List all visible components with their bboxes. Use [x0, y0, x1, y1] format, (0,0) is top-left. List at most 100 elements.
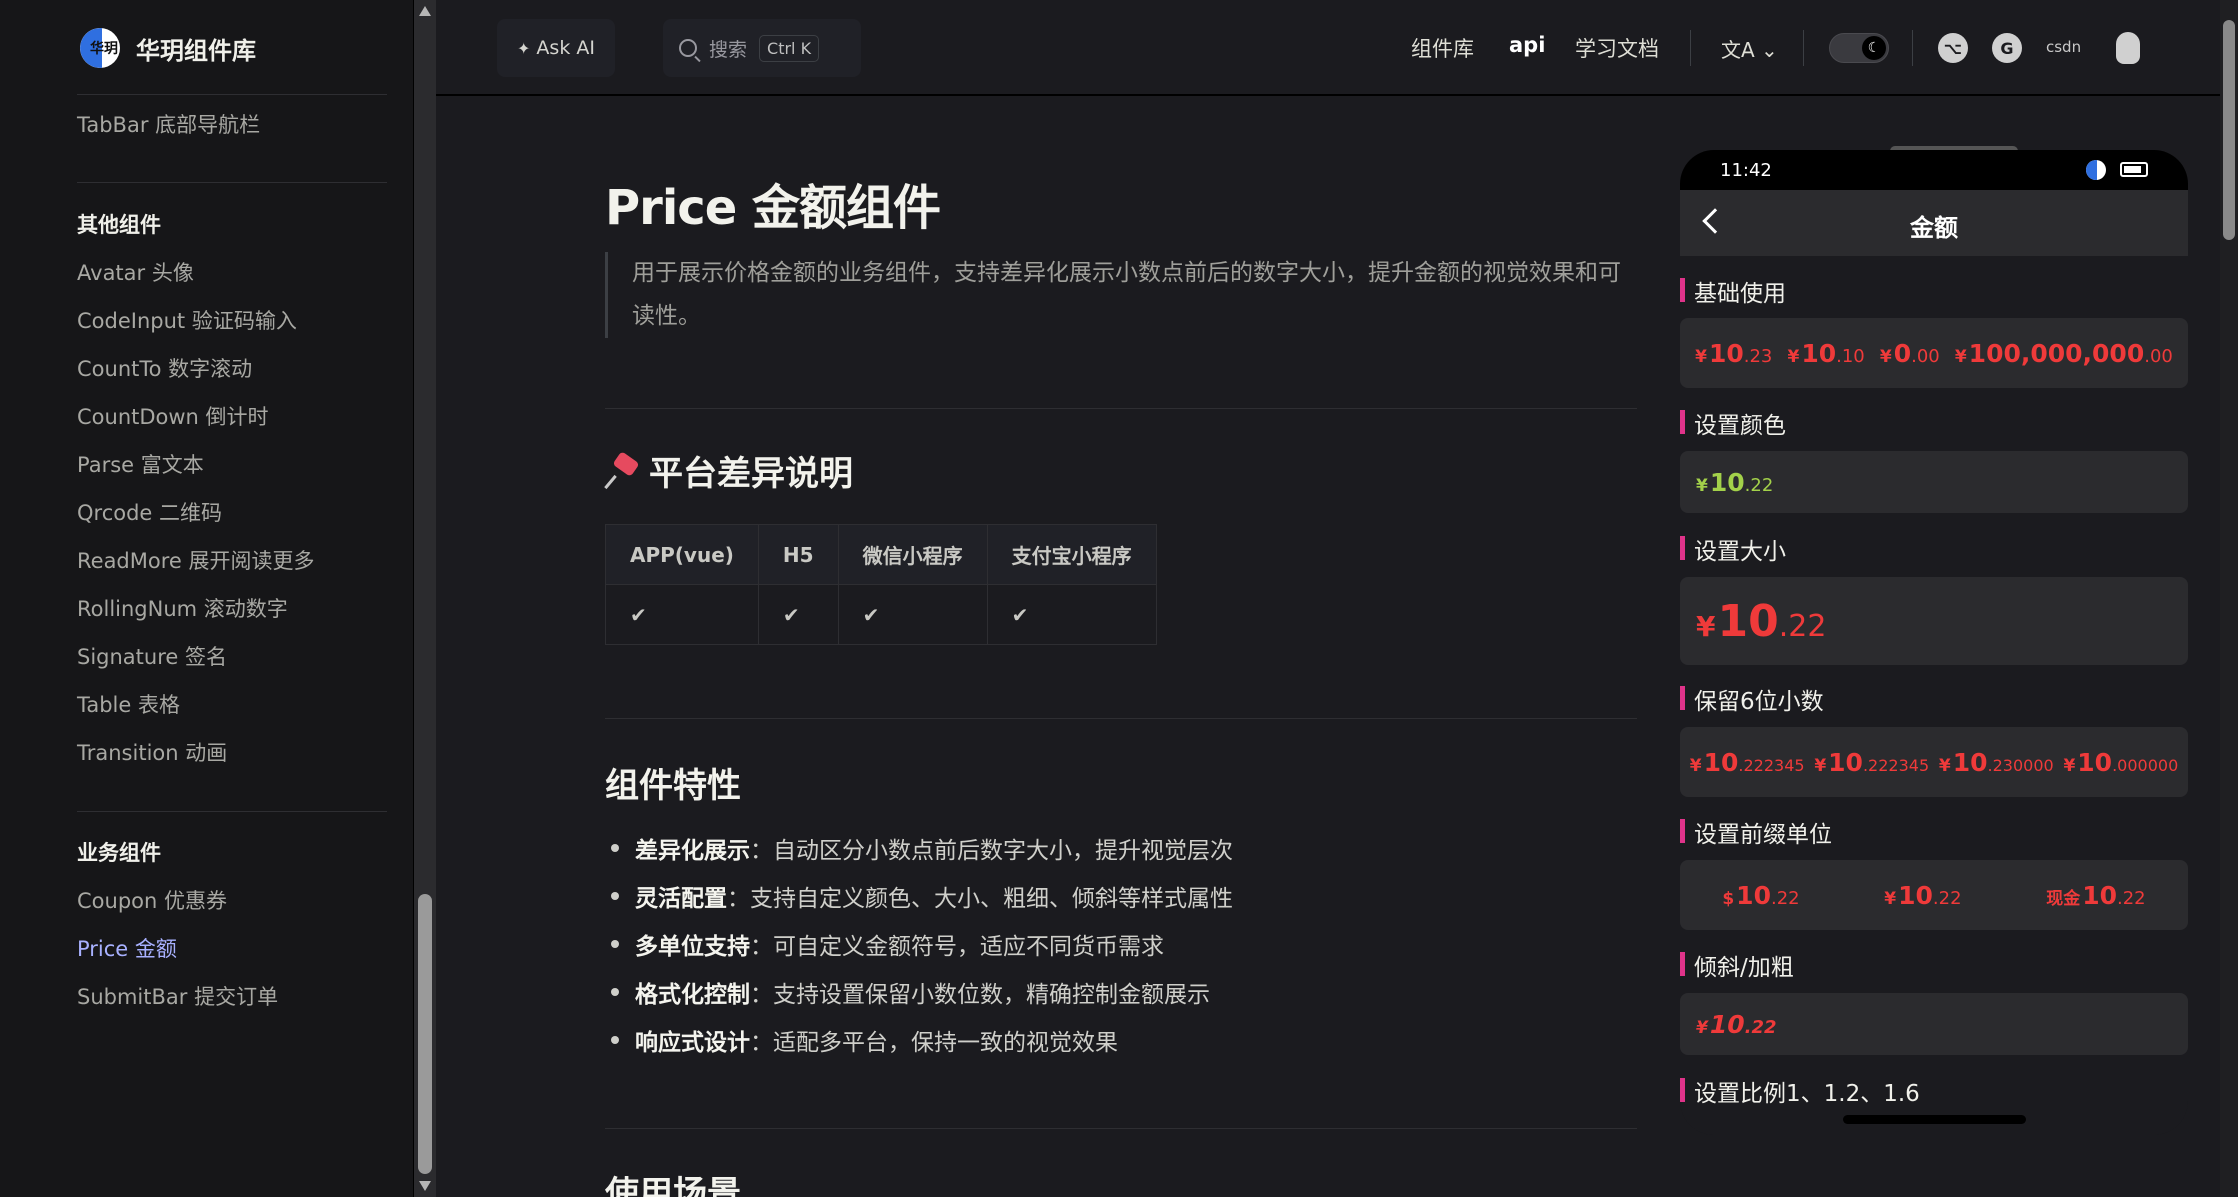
- scroll-down-icon[interactable]: [419, 1181, 431, 1191]
- sidebar-item-signature[interactable]: Signature 签名: [77, 641, 227, 671]
- brand[interactable]: 华玥 华玥组件库: [80, 28, 256, 68]
- price-card: ¥10.222345 ¥10.222345 ¥10.230000 ¥10.000…: [1680, 727, 2188, 797]
- price: $10.22: [1722, 881, 1799, 910]
- price-int: 10: [1801, 338, 1837, 368]
- price-symbol: ¥: [1938, 755, 1951, 776]
- price-int: 10: [1717, 595, 1779, 647]
- price-int: 10: [1709, 1009, 1745, 1039]
- sidebar-item-readmore[interactable]: ReadMore 展开阅读更多: [77, 545, 315, 575]
- sidebar-item-tabbar[interactable]: TabBar 底部导航栏: [77, 109, 260, 139]
- feature-label: 格式化控制: [635, 982, 750, 1008]
- table-row: ✔ ✔ ✔ ✔: [605, 584, 1157, 645]
- ask-ai-label: Ask AI: [536, 37, 595, 59]
- feature-text: ：可自定义金额符号，适应不同货币需求: [750, 934, 1164, 960]
- price-symbol: 现金: [2046, 888, 2081, 909]
- list-item: 格式化控制 ：支持设置保留小数位数，精确控制金额展示: [605, 968, 1233, 1016]
- search-button[interactable]: 搜索 Ctrl K: [663, 19, 861, 77]
- scroll-up-icon[interactable]: [419, 6, 431, 16]
- moon-icon: ☾: [1862, 36, 1886, 60]
- price-symbol: ¥: [1954, 346, 1967, 367]
- translate-icon[interactable]: 文A ⌄: [1721, 34, 1778, 63]
- section-divider: [605, 1128, 1637, 1129]
- sidebar-item-transition[interactable]: Transition 动画: [77, 737, 227, 767]
- theme-toggle[interactable]: ☾: [1829, 33, 1889, 63]
- sidebar-item-avatar[interactable]: Avatar 头像: [77, 257, 194, 287]
- sidebar-divider: [77, 94, 387, 95]
- price-dec: .222345: [1862, 755, 1930, 775]
- price-dec: .22: [1744, 1016, 1777, 1038]
- feature-label: 灵活配置: [635, 886, 727, 912]
- price-symbol: ¥: [2063, 755, 2076, 776]
- battery-icon: [2120, 162, 2148, 177]
- price-int: 100,000,000: [1968, 338, 2145, 368]
- github-icon[interactable]: ⌥: [1938, 33, 1968, 63]
- price: ¥0.00: [1880, 339, 1940, 368]
- ask-ai-button[interactable]: ✦ Ask AI: [497, 19, 615, 77]
- price-symbol: ¥: [1884, 888, 1897, 909]
- qq-icon[interactable]: [2116, 32, 2140, 64]
- nav-link-api[interactable]: api: [1509, 33, 1545, 57]
- list-item: 差异化展示 ：自动区分小数点前后数字大小，提升视觉层次: [605, 824, 1233, 872]
- price-dec: .10: [1836, 345, 1865, 367]
- search-placeholder: 搜索: [709, 38, 748, 61]
- price-symbol: ¥: [1696, 609, 1716, 643]
- nav-divider: [1690, 30, 1691, 66]
- sidebar-item-price[interactable]: Price 金额: [77, 933, 177, 963]
- sidebar-item-coupon[interactable]: Coupon 优惠券: [77, 885, 227, 915]
- price-symbol: ¥: [1814, 755, 1827, 776]
- nav-link-docs[interactable]: 学习文档: [1575, 33, 1659, 63]
- table-header: APP(vue): [605, 524, 759, 585]
- nav-divider: [1803, 30, 1804, 66]
- table-header: 支付宝小程序: [986, 524, 1157, 585]
- sidebar-item-countto[interactable]: CountTo 数字滚动: [77, 353, 252, 383]
- sidebar-item-table[interactable]: Table 表格: [77, 689, 180, 719]
- price-symbol: ¥: [1689, 755, 1702, 776]
- price-symbol: ¥: [1879, 346, 1892, 367]
- check-icon: ✔: [605, 584, 759, 645]
- price-dec: .22: [1770, 887, 1800, 909]
- platform-table: APP(vue) H5 微信小程序 支付宝小程序 ✔ ✔ ✔ ✔: [605, 524, 1157, 645]
- feature-text: ：自动区分小数点前后数字大小，提升视觉层次: [750, 838, 1233, 864]
- sparkle-icon: ✦: [517, 38, 531, 58]
- sidebar-item-rollingnum[interactable]: RollingNum 滚动数字: [77, 593, 288, 623]
- pushpin-icon: [605, 452, 643, 490]
- gitee-icon[interactable]: G: [1992, 33, 2022, 63]
- table-header: 微信小程序: [837, 524, 988, 585]
- price-dec: .22: [1778, 608, 1827, 644]
- sidebar-item-submitbar[interactable]: SubmitBar 提交订单: [77, 981, 278, 1011]
- price-card: ¥10.23 ¥10.10 ¥0.00 ¥100,000,000.00: [1680, 318, 2188, 388]
- price: ¥10.22: [1696, 596, 1826, 647]
- price-symbol: ¥: [1696, 1017, 1708, 1038]
- price-symbol: ¥: [1695, 346, 1707, 367]
- price-dec: .23: [1743, 345, 1773, 367]
- check-icon: ✔: [757, 584, 839, 645]
- status-bar: 11:42: [1680, 150, 2188, 190]
- sidebar-item-codeinput[interactable]: CodeInput 验证码输入: [77, 305, 297, 335]
- sidebar-group-title: 业务组件: [77, 841, 161, 865]
- page-scrollbar[interactable]: [2220, 0, 2238, 1197]
- section-title: 设置大小: [1680, 532, 1786, 566]
- csdn-link[interactable]: csdn: [2046, 38, 2081, 56]
- sidebar-item-qrcode[interactable]: Qrcode 二维码: [77, 497, 222, 527]
- status-time: 11:42: [1720, 160, 1772, 181]
- phone-title: 金额: [1910, 214, 1958, 242]
- section-divider: [605, 718, 1637, 719]
- check-icon: ✔: [986, 584, 1157, 645]
- section-title: 倾斜/加粗: [1680, 948, 1794, 982]
- scrollbar-thumb[interactable]: [418, 894, 432, 1174]
- scrollbar-thumb[interactable]: [2223, 20, 2235, 240]
- sidebar-scrollbar[interactable]: [414, 0, 436, 1197]
- price-int: 10: [1708, 338, 1744, 368]
- sidebar-item-countdown[interactable]: CountDown 倒计时: [77, 401, 269, 431]
- brand-logo-text: 华玥: [90, 41, 118, 57]
- nav-link-components[interactable]: 组件库: [1411, 33, 1474, 63]
- sidebar: 华玥 华玥组件库 TabBar 底部导航栏 其他组件 Avatar 头像 Cod…: [0, 0, 414, 1197]
- section-title: 设置前缀单位: [1680, 815, 1832, 849]
- sidebar-item-parse[interactable]: Parse 富文本: [77, 449, 204, 479]
- search-shortcut: Ctrl K: [759, 34, 820, 62]
- price: ¥10.10: [1787, 339, 1864, 368]
- price-int: 10: [1709, 467, 1745, 497]
- section-title: 设置比例1、1.2、1.6: [1680, 1074, 1920, 1108]
- price-int: 10: [1736, 880, 1771, 910]
- brand-title: 华玥组件库: [136, 36, 256, 65]
